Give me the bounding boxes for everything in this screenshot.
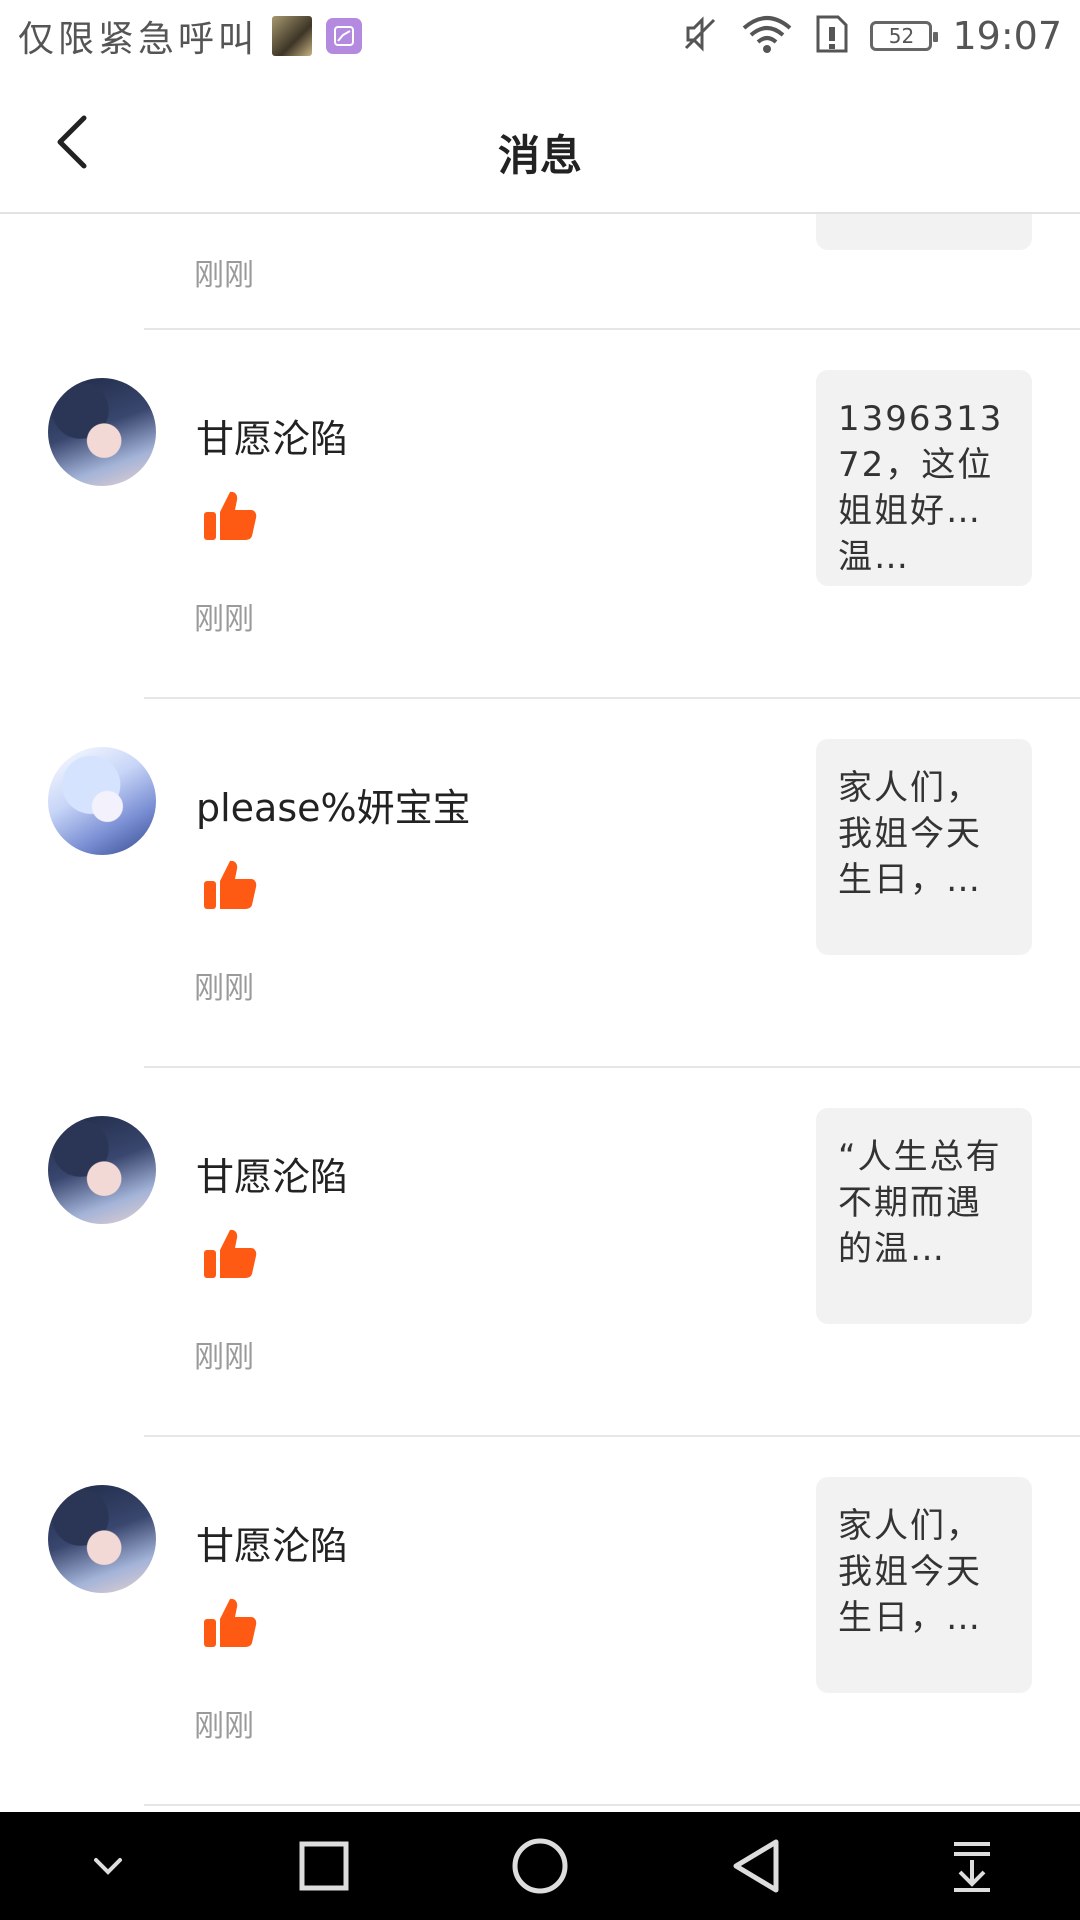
list-item[interactable]: 甘愿沦陷 刚刚 “人生总有不期而遇的温… xyxy=(0,1068,1080,1437)
avatar[interactable] xyxy=(48,378,156,486)
thumbs-up-icon xyxy=(204,1598,257,1647)
divider xyxy=(144,1804,1080,1806)
message-list[interactable]: 刚刚 甘愿沦陷 刚刚 139631372，这位姐姐好温… please%妍宝宝 … xyxy=(0,214,1080,1812)
mute-icon xyxy=(680,14,720,58)
timestamp: 刚刚 xyxy=(194,602,254,637)
wifi-icon xyxy=(740,14,794,58)
photo-thumbnail-icon xyxy=(272,16,313,56)
carrier-text: 仅限紧急呼叫 xyxy=(18,19,259,60)
content-preview[interactable]: 家人们，我姐今天生日，… xyxy=(816,1477,1032,1693)
sim-alert-icon xyxy=(814,13,850,59)
thumbs-up-icon xyxy=(204,1229,257,1278)
thumbs-up-icon xyxy=(204,491,257,540)
page-title: 消息 xyxy=(497,131,582,180)
content-preview[interactable] xyxy=(816,214,1032,250)
collapse-button[interactable] xyxy=(68,1826,148,1906)
list-item[interactable]: 甘愿沦陷 刚刚 139631372，这位姐姐好温… xyxy=(0,330,1080,699)
timestamp: 刚刚 xyxy=(194,1709,254,1744)
status-bar: 仅限紧急呼叫 52 19:07 xyxy=(0,0,1080,72)
timestamp: 刚刚 xyxy=(194,1340,254,1375)
back-triangle-icon xyxy=(733,1839,779,1893)
clock: 19:07 xyxy=(952,14,1062,58)
collapse-icon xyxy=(94,1858,122,1875)
username[interactable]: 甘愿沦陷 xyxy=(196,408,348,463)
battery-icon: 52 xyxy=(870,21,939,51)
username[interactable]: please%妍宝宝 xyxy=(196,777,471,832)
home-circle-icon xyxy=(512,1838,568,1894)
avatar[interactable] xyxy=(48,1485,156,1593)
thumbs-up-icon xyxy=(204,860,257,909)
battery-level: 52 xyxy=(888,24,915,48)
content-preview[interactable]: 139631372，这位姐姐好温… xyxy=(816,370,1032,586)
top-app-bar: 消息 xyxy=(0,72,1080,214)
system-nav-bar xyxy=(0,1812,1080,1920)
notification-pulldown-icon xyxy=(954,1842,990,1892)
avatar[interactable] xyxy=(48,1116,156,1224)
username[interactable]: 甘愿沦陷 xyxy=(196,1146,348,1201)
list-item[interactable]: please%妍宝宝 刚刚 家人们，我姐今天生日，… xyxy=(0,699,1080,1068)
timestamp: 刚刚 xyxy=(194,971,254,1006)
recents-square-icon xyxy=(299,1841,349,1891)
list-item[interactable]: 甘愿沦陷 刚刚 家人们，我姐今天生日，… xyxy=(0,1437,1080,1806)
gallery-icon xyxy=(326,18,363,54)
back-nav-button[interactable] xyxy=(716,1826,796,1906)
avatar[interactable] xyxy=(48,747,156,855)
username[interactable]: 甘愿沦陷 xyxy=(196,1515,348,1570)
content-preview[interactable]: “人生总有不期而遇的温… xyxy=(816,1108,1032,1324)
timestamp: 刚刚 xyxy=(194,258,254,293)
home-button[interactable] xyxy=(500,1826,580,1906)
content-preview[interactable]: 家人们，我姐今天生日，… xyxy=(816,739,1032,955)
list-item[interactable]: 刚刚 xyxy=(144,214,1080,330)
notification-pulldown-button[interactable] xyxy=(932,1826,1012,1906)
recents-button[interactable] xyxy=(284,1826,364,1906)
